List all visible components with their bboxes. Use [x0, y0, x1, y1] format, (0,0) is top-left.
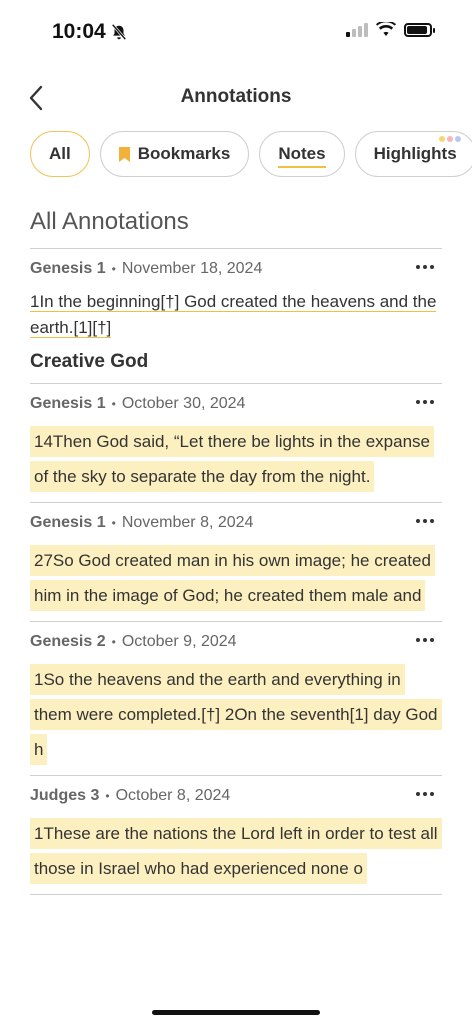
more-options-icon[interactable] [412, 392, 438, 412]
annotation-text: 1In the beginning[†] God created the hea… [30, 292, 437, 338]
separator-dot: • [105, 789, 110, 803]
section-title: All Annotations [30, 208, 189, 235]
annotation-item[interactable]: Judges 3 • October 8, 2024 1These are th… [30, 775, 442, 894]
annotation-reference: Genesis 1 [30, 260, 106, 277]
highlight-colors-icon [438, 136, 461, 142]
separator-dot: • [111, 262, 116, 276]
separator-dot: • [111, 635, 116, 649]
more-options-icon[interactable] [412, 257, 438, 277]
battery-icon [404, 22, 435, 37]
filter-bookmarks-tab[interactable]: Bookmarks [99, 131, 250, 177]
annotation-item[interactable]: Genesis 1 • November 18, 2024 1In the be… [30, 248, 442, 373]
filter-highlights-tab[interactable]: Highlights [354, 131, 472, 177]
annotation-header: Judges 3 • October 8, 2024 [30, 776, 442, 816]
separator-dot: • [111, 516, 116, 530]
signal-icon [346, 22, 368, 37]
header: Annotations [0, 76, 472, 120]
annotation-date: November 8, 2024 [121, 514, 254, 531]
silent-bell-icon [111, 23, 127, 41]
filter-highlights-label: Highlights [373, 136, 461, 164]
filter-all-label: All [49, 144, 71, 163]
annotation-date: November 18, 2024 [121, 260, 263, 277]
filter-bookmarks-label: Bookmarks [137, 144, 231, 163]
status-time: 10:04 [52, 20, 128, 44]
home-indicator[interactable] [152, 1010, 320, 1015]
annotation-underlined-text: 1In the beginning[†] God created the hea… [30, 289, 442, 345]
status-time-text: 10:04 [52, 20, 106, 43]
annotation-highlighted-text: 14Then God said, “Let there be lights in… [30, 424, 442, 502]
more-options-icon[interactable] [412, 511, 438, 531]
status-bar: 10:04 [0, 0, 472, 60]
annotation-date: October 9, 2024 [121, 633, 237, 650]
list-divider [30, 894, 442, 895]
status-indicators [346, 22, 435, 37]
annotation-date: October 8, 2024 [115, 787, 231, 804]
bookmark-icon [118, 146, 130, 162]
annotation-text: 1These are the nations the Lord left in … [30, 818, 442, 884]
annotation-text: 1So the heavens and the earth and everyt… [30, 664, 442, 765]
filter-tabs: All Bookmarks Notes Highlights [30, 131, 472, 177]
annotation-note: Creative God [30, 351, 149, 372]
filter-notes-tab[interactable]: Notes [259, 131, 345, 177]
annotation-reference: Genesis 1 [30, 395, 106, 412]
annotation-header: Genesis 1 • November 18, 2024 [30, 249, 442, 289]
filter-all-tab[interactable]: All [30, 131, 90, 177]
annotation-text: 27So God created man in his own image; h… [30, 545, 435, 611]
annotation-list: Genesis 1 • November 18, 2024 1In the be… [30, 248, 442, 895]
annotation-header: Genesis 1 • October 30, 2024 [30, 384, 442, 424]
filter-highlights-text: Highlights [373, 144, 457, 163]
annotation-highlighted-text: 27So God created man in his own image; h… [30, 543, 442, 621]
annotation-header: Genesis 2 • October 9, 2024 [30, 622, 442, 662]
separator-dot: • [111, 397, 116, 411]
annotation-text: 14Then God said, “Let there be lights in… [30, 426, 434, 492]
annotation-highlighted-text: 1These are the nations the Lord left in … [30, 816, 442, 894]
annotation-header: Genesis 1 • November 8, 2024 [30, 503, 442, 543]
annotation-reference: Genesis 1 [30, 514, 106, 531]
annotation-item[interactable]: Genesis 2 • October 9, 2024 1So the heav… [30, 621, 442, 775]
annotation-reference: Genesis 2 [30, 633, 106, 650]
annotation-date: October 30, 2024 [121, 395, 246, 412]
annotation-reference: Judges 3 [30, 787, 100, 804]
annotation-item[interactable]: Genesis 1 • October 30, 2024 14Then God … [30, 383, 442, 502]
more-options-icon[interactable] [412, 784, 438, 804]
more-options-icon[interactable] [412, 630, 438, 650]
annotation-highlighted-text: 1So the heavens and the earth and everyt… [30, 662, 442, 775]
filter-notes-label: Notes [278, 144, 326, 168]
annotation-item[interactable]: Genesis 1 • November 8, 2024 27So God cr… [30, 502, 442, 621]
page-title: Annotations [180, 86, 292, 107]
wifi-icon [376, 22, 396, 36]
